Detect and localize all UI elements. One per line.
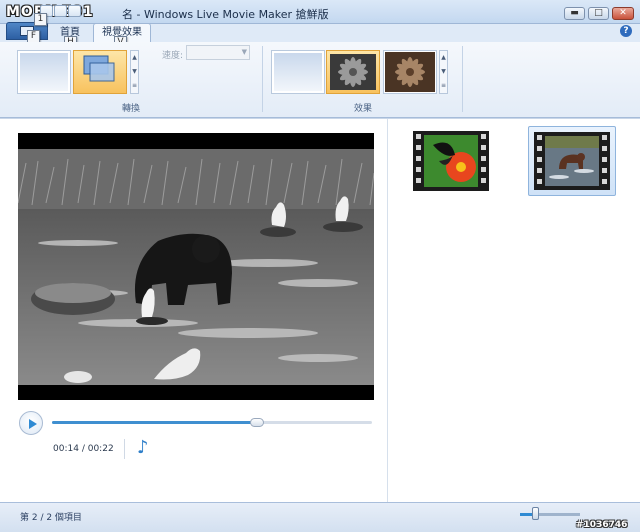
quick-access-undo-button[interactable]	[54, 5, 67, 17]
effects-group-label: 效果	[353, 104, 372, 114]
watermark-id: #1036746	[576, 520, 628, 530]
maximize-icon: □	[594, 8, 603, 18]
storyboard-clip-bear[interactable]	[528, 126, 616, 196]
maximize-button[interactable]: □	[588, 7, 609, 20]
transition-none-thumb	[20, 53, 68, 91]
speed-dropdown[interactable]: ▼	[186, 45, 250, 60]
seek-bar-thumb[interactable]	[249, 418, 264, 427]
time-separator: /	[81, 444, 85, 454]
minimize-icon: ▬	[570, 8, 579, 18]
preview-panel: 00:14 / 00:22 ♪	[0, 119, 388, 503]
item-count: 第 2 / 2 個項目	[20, 513, 82, 523]
music-note-icon[interactable]: ♪	[137, 437, 149, 458]
video-preview[interactable]	[18, 133, 374, 400]
minimize-button[interactable]: ▬	[564, 7, 585, 20]
close-icon: ✕	[619, 8, 627, 18]
seek-bar-fill	[52, 421, 257, 424]
transition-none[interactable]	[17, 50, 71, 94]
flower-bw-thumb	[330, 54, 376, 90]
keytip-qat: 1	[34, 13, 47, 26]
storyboard-clip-butterfly[interactable]	[411, 129, 491, 195]
divider	[124, 439, 125, 459]
zoom-slider-thumb[interactable]	[532, 507, 539, 520]
butterfly-thumbnail	[413, 131, 489, 191]
quick-access-redo-button[interactable]	[68, 5, 81, 17]
transitions-gallery-scroll[interactable]: ▲ ▼ ≡	[130, 50, 139, 94]
help-icon[interactable]: ?	[620, 25, 632, 37]
bear-thumbnail	[534, 132, 610, 190]
timecode: 00:14 / 00:22	[53, 444, 114, 454]
zoom-slider[interactable]	[520, 513, 580, 516]
effect-none[interactable]	[271, 50, 325, 94]
window-title: 名 - Windows Live Movie Maker 搶鮮版	[122, 8, 329, 21]
bear-river-frame	[18, 133, 374, 400]
effects-gallery-scroll[interactable]: ▲ ▼ ≡	[439, 50, 448, 94]
effect-sepia[interactable]	[383, 50, 437, 94]
group-separator	[462, 46, 463, 112]
chevron-down-icon: ▼	[241, 48, 247, 56]
current-time: 00:14	[53, 444, 79, 454]
effect-black-and-white[interactable]	[326, 50, 380, 94]
play-button[interactable]	[19, 411, 43, 435]
ribbon: ▲ ▼ ≡ 速度: ▼ 轉換 ▲ ▼ ≡ 效果	[0, 42, 640, 118]
effect-none-thumb	[274, 53, 322, 91]
transitions-group-label: 轉換	[121, 104, 140, 114]
speed-label: 速度:	[162, 51, 184, 61]
flower-sepia-thumb	[385, 52, 435, 92]
storyboard-panel	[389, 119, 640, 503]
main-workspace: 00:14 / 00:22 ♪	[0, 118, 640, 503]
transition-crossfade[interactable]	[73, 50, 127, 94]
close-button[interactable]: ✕	[612, 7, 634, 20]
play-icon	[29, 419, 37, 429]
seek-bar[interactable]	[52, 418, 372, 427]
crossfade-icon	[83, 55, 115, 82]
status-bar: 第 2 / 2 個項目 #1036746	[0, 502, 640, 532]
total-time: 00:22	[87, 444, 114, 454]
title-bar: MOBILE01 名 - Windows Live Movie Maker 搶鮮…	[0, 0, 640, 24]
